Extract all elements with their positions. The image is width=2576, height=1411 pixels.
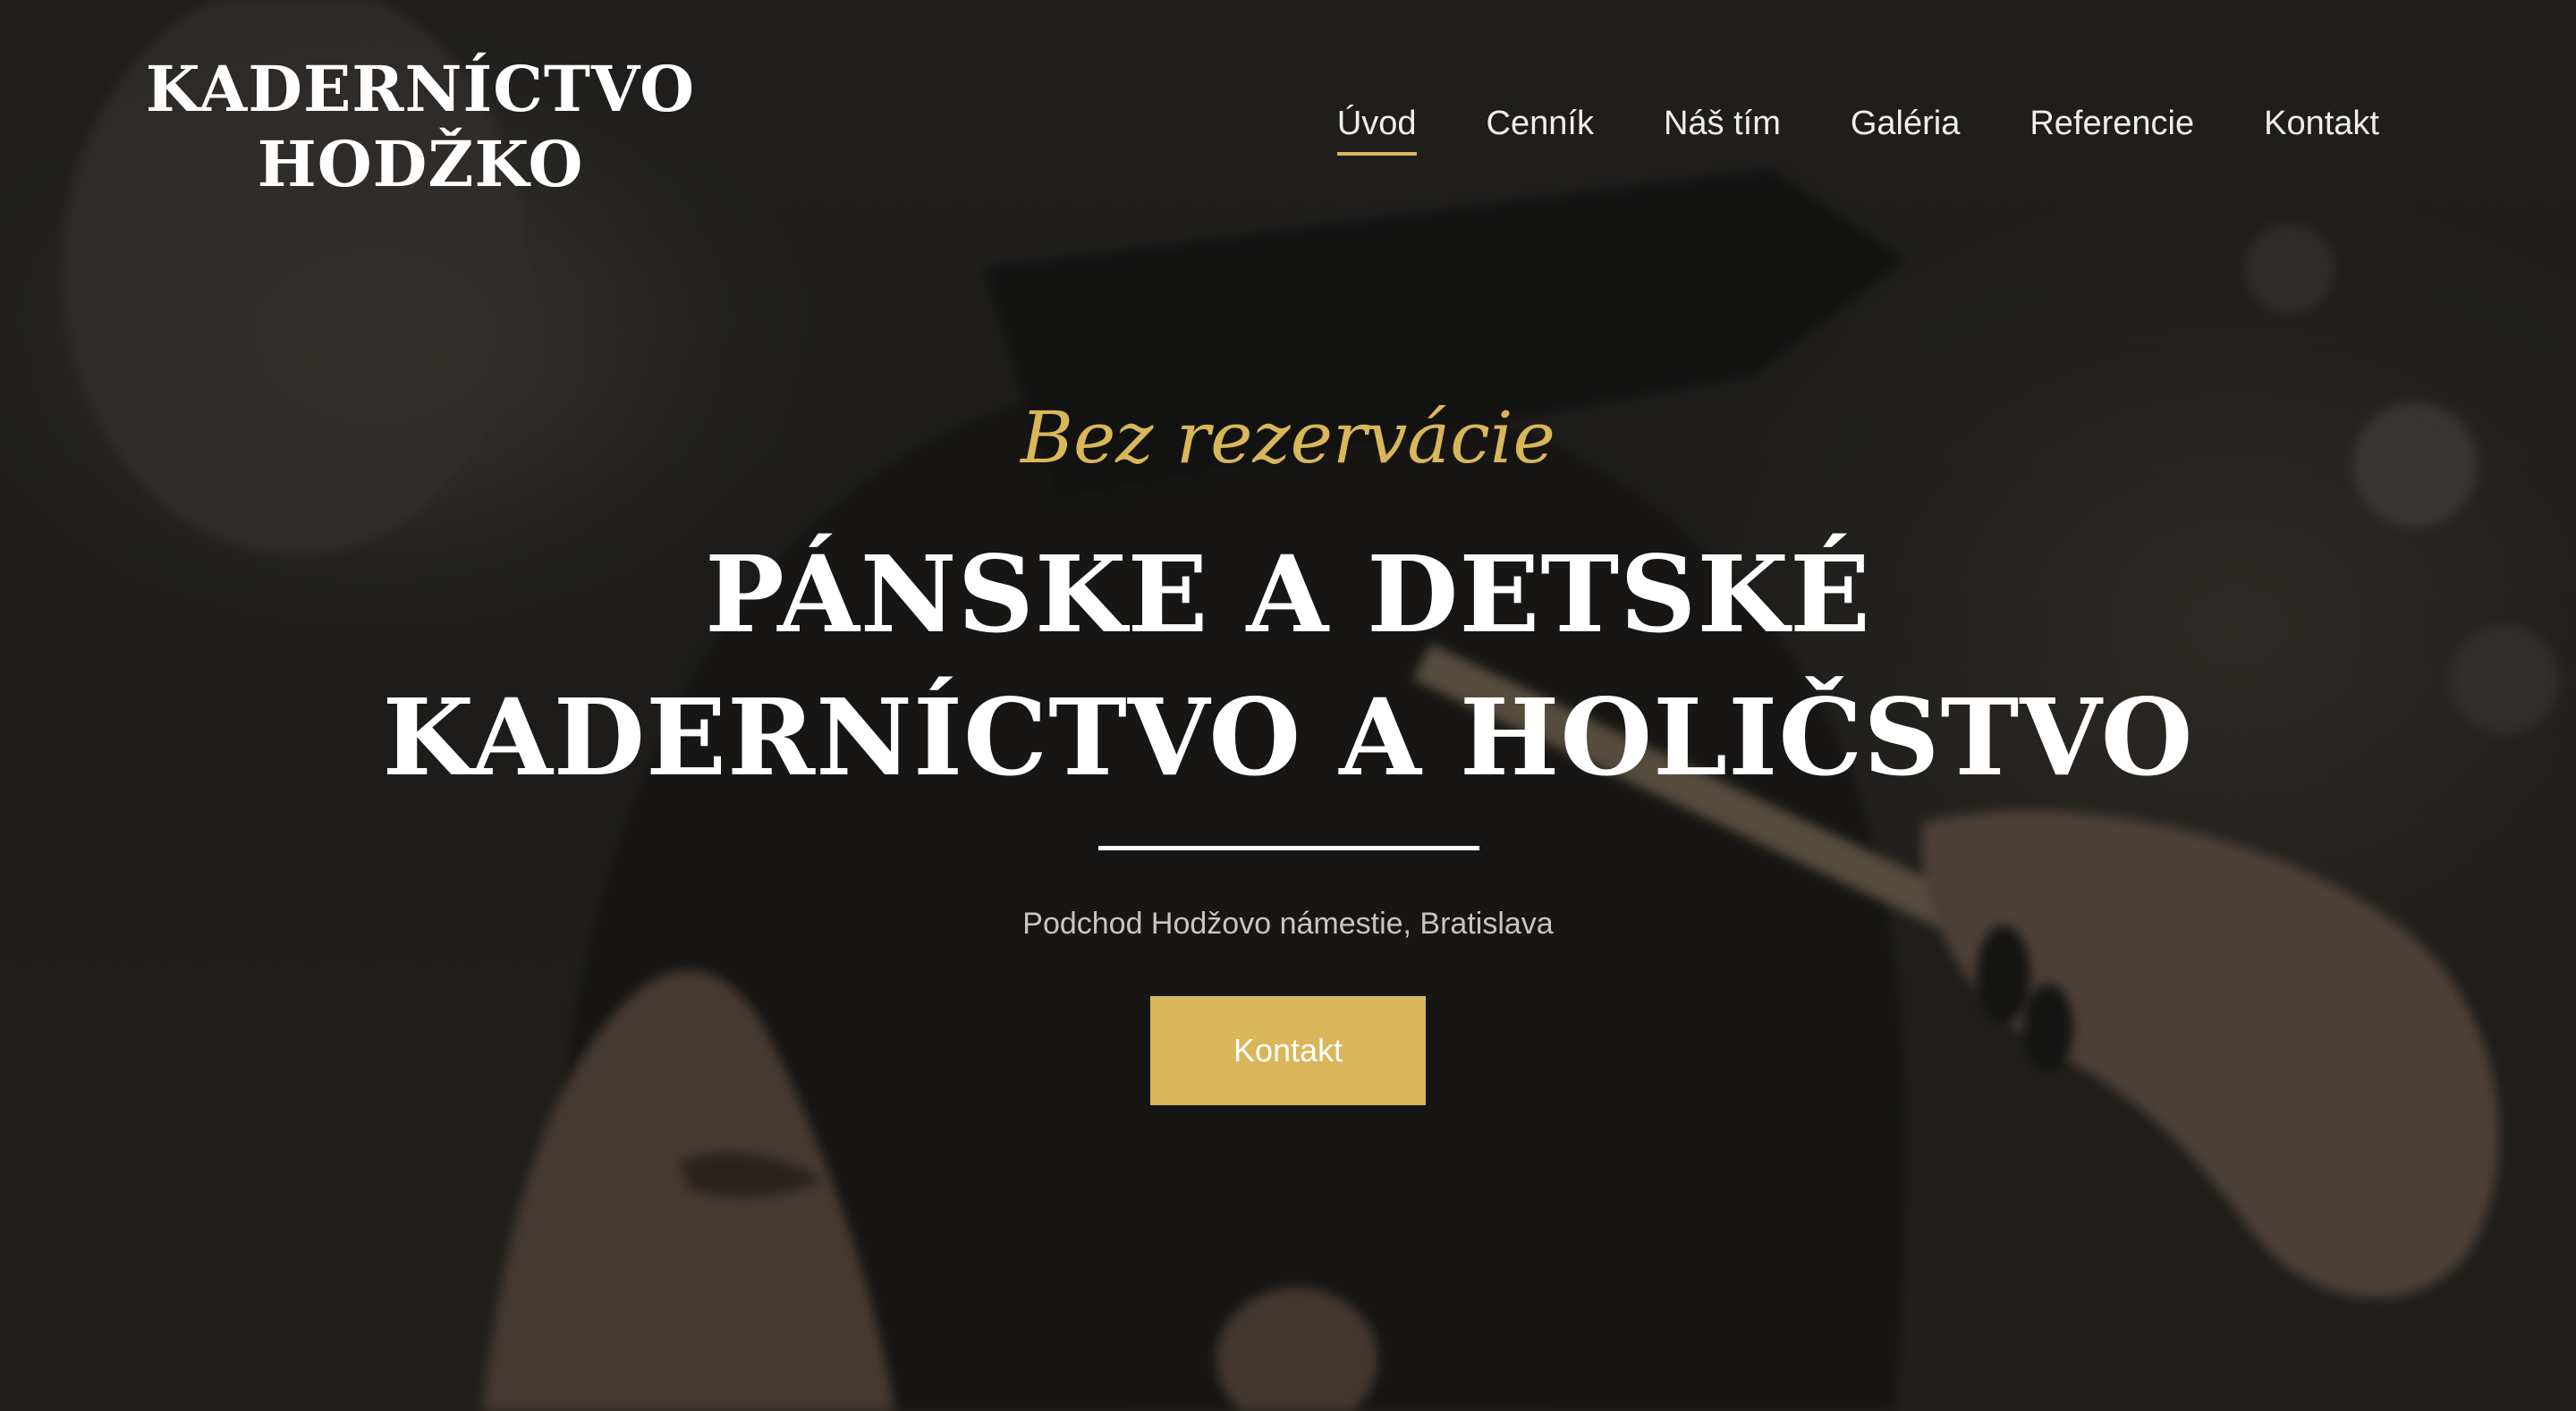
hero-headline: PÁNSKE A DETSKÉ KADERNÍCTVO A HOLIČSTVO [0,523,2576,809]
hero-divider [1098,846,1479,850]
nav-item-kontakt[interactable]: Kontakt [2264,97,2379,150]
nav-item-cennik[interactable]: Cenník [1487,97,1594,150]
headline-line-2: KADERNÍCTVO A HOLIČSTVO [382,675,2194,799]
contact-button[interactable]: Kontakt [1150,996,1426,1105]
headline-line-1: PÁNSKE A DETSKÉ [705,532,1871,656]
main-navigation: Úvod Cenník Náš tím Galéria Referencie K… [1336,97,2379,156]
nav-item-referencie[interactable]: Referencie [2029,97,2194,150]
nav-item-galeria[interactable]: Galéria [1851,97,1961,150]
nav-item-uvod[interactable]: Úvod [1336,97,1417,156]
hero-address: Podchod Hodžovo námestie, Bratislava [1022,907,1554,941]
nav-item-nas-tim[interactable]: Náš tím [1664,97,1781,150]
logo-line-1: KADERNÍCTVO [145,52,696,126]
logo-line-2: HODŽKO [257,127,584,201]
site-logo[interactable]: KADERNÍCTVO HODŽKO [143,52,698,202]
hero-tagline: Bez rezervácie [1021,396,1555,479]
